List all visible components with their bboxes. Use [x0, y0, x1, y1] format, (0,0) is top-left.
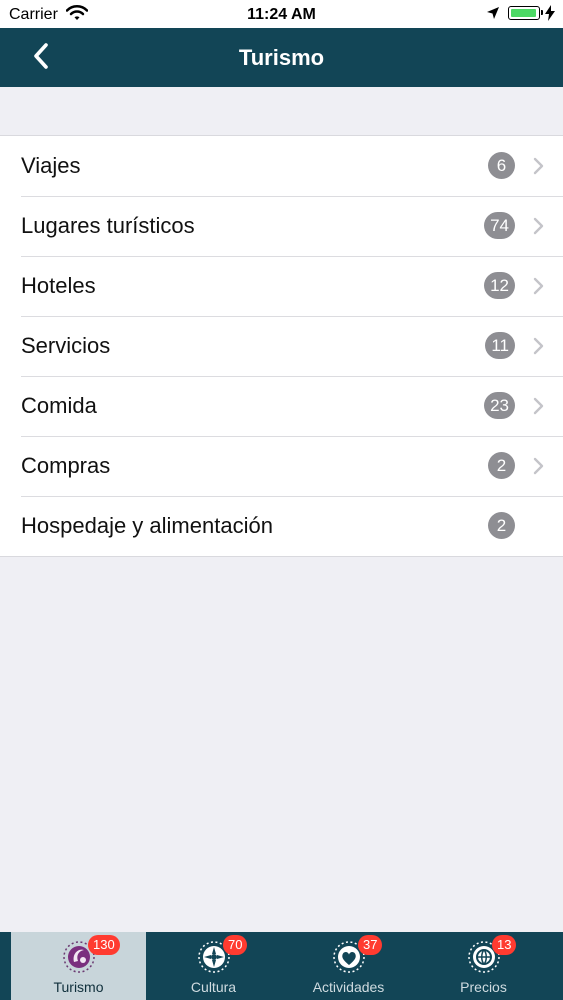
count-badge: 2 [488, 452, 515, 479]
battery-nub [541, 10, 543, 15]
chevron-right-icon [533, 457, 544, 475]
list-item[interactable]: Compras 2 [0, 436, 563, 496]
list-item[interactable]: Hospedaje y alimentación 2 [0, 496, 563, 556]
count-badge: 12 [484, 272, 515, 299]
clock: 11:24 AM [247, 6, 316, 23]
navigation-bar: Turismo [0, 28, 563, 87]
tab-actividades[interactable]: 37 Actividades [281, 932, 416, 1000]
list-item[interactable]: Comida 23 [0, 376, 563, 436]
list-item-label: Viajes [21, 153, 81, 178]
tab-cultura[interactable]: 70 Cultura [146, 932, 281, 1000]
charging-bolt-icon [545, 5, 555, 26]
count-badge: 11 [485, 332, 515, 359]
tab-precios[interactable]: 13 Precios [416, 932, 551, 1000]
category-list: Viajes 6 Lugares turísticos 74 Hoteles 1… [0, 135, 563, 557]
list-item[interactable]: Viajes 6 [0, 136, 563, 196]
tab-bar: 130 Turismo 70 Cultura 37 Actividades 13… [0, 932, 563, 1000]
chevron-right-icon [533, 397, 544, 415]
count-badge: 23 [484, 392, 515, 419]
count-badge: 6 [488, 152, 515, 179]
tab-badge: 70 [223, 935, 248, 955]
list-item[interactable]: Servicios 11 [0, 316, 563, 376]
tab-badge: 37 [358, 935, 383, 955]
chevron-right-icon [533, 217, 544, 235]
list-item-label: Hospedaje y alimentación [21, 513, 273, 538]
count-badge: 74 [484, 212, 515, 239]
chevron-right-icon [533, 337, 544, 355]
list-item[interactable]: Hoteles 12 [0, 256, 563, 316]
tab-label: Cultura [190, 979, 237, 995]
tab-label: Turismo [53, 979, 104, 995]
chevron-right-icon [533, 157, 544, 175]
location-arrow-icon [486, 6, 500, 25]
list-item-label: Compras [21, 453, 111, 478]
tab-badge: 130 [88, 935, 120, 955]
list-item-label: Comida [21, 393, 97, 418]
list-item-label: Hoteles [21, 273, 96, 298]
status-bar: Carrier 11:24 AM [0, 0, 563, 28]
tab-turismo[interactable]: 130 Turismo [11, 932, 146, 1000]
list-item-label: Servicios [21, 333, 111, 358]
tab-label: Precios [460, 979, 507, 995]
tab-label: Actividades [312, 979, 385, 995]
page-title: Turismo [238, 45, 325, 70]
count-badge: 2 [488, 512, 515, 539]
tab-badge: 13 [492, 935, 517, 955]
list-item[interactable]: Lugares turísticos 74 [0, 196, 563, 256]
battery-fill [511, 9, 536, 17]
list-item-label: Lugares turísticos [21, 213, 195, 238]
battery-icon [508, 6, 543, 20]
chevron-right-icon [533, 277, 544, 295]
